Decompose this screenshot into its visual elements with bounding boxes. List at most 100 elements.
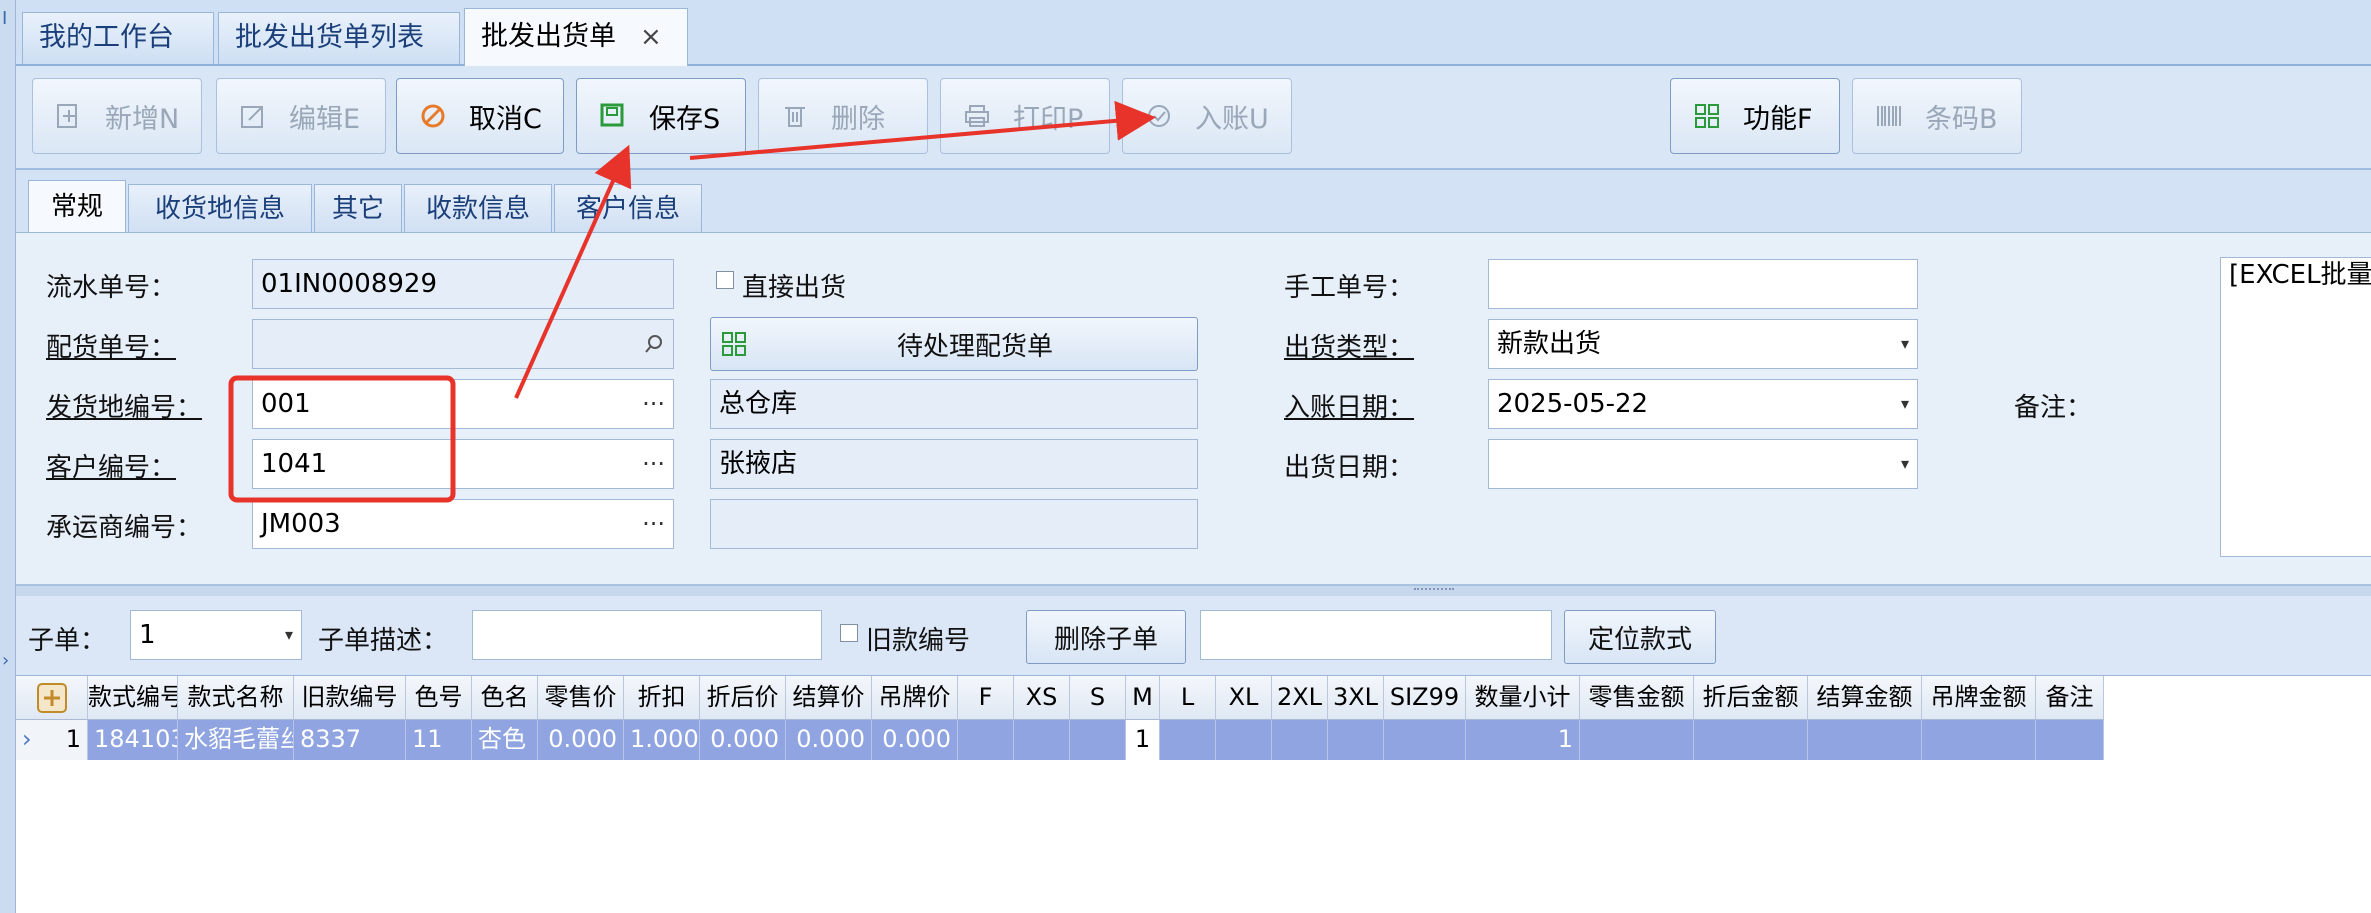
serial-field[interactable]: 01IN0008929 [252, 259, 674, 309]
ellipsis-icon[interactable]: ··· [642, 500, 665, 548]
grid-cell[interactable]: 1 [1126, 720, 1160, 760]
sub-desc-field[interactable] [472, 610, 822, 660]
column-header[interactable]: 备注 [2036, 676, 2104, 720]
tab-customer-info[interactable]: 客户信息 [554, 184, 702, 234]
column-header[interactable]: 款式名称 [178, 676, 294, 720]
column-header[interactable]: 零售价 [538, 676, 624, 720]
save-button[interactable]: 保存S [576, 78, 746, 154]
column-header[interactable]: F [958, 676, 1014, 720]
grid-cell[interactable] [1070, 720, 1126, 760]
grid-cell[interactable] [1216, 720, 1272, 760]
grid-cell[interactable] [1384, 720, 1466, 760]
ellipsis-icon[interactable]: ··· [642, 440, 665, 488]
column-header[interactable]: SIZ99 [1384, 676, 1466, 720]
tab-wholesale-order[interactable]: 批发出货单 × [464, 8, 688, 66]
direct-ship-checkbox[interactable] [716, 271, 734, 289]
search-icon[interactable] [643, 320, 665, 371]
locate-style-button[interactable]: 定位款式 [1564, 610, 1716, 664]
grid-cell[interactable]: 0.000 [700, 720, 786, 760]
grid-cell[interactable]: 0.000 [872, 720, 958, 760]
grid-cell[interactable] [1014, 720, 1070, 760]
column-header[interactable]: 数量小计 [1466, 676, 1580, 720]
column-header[interactable]: 款式编号 [88, 676, 178, 720]
grid-cell[interactable] [1328, 720, 1384, 760]
cancel-button[interactable]: 取消C [396, 78, 564, 154]
customer-label[interactable]: 客户编号： [46, 447, 176, 484]
column-header[interactable]: 3XL [1328, 676, 1384, 720]
grid-cell[interactable]: 8337 [294, 720, 406, 760]
column-header[interactable]: 旧款编号 [294, 676, 406, 720]
tab-my-workbench[interactable]: 我的工作台 [22, 12, 214, 64]
delete-sub-button[interactable]: 删除子单 [1026, 610, 1186, 664]
new-button[interactable]: 新增N [32, 78, 202, 154]
carrier-field[interactable]: JM003 ··· [252, 499, 674, 549]
dropdown-arrow-icon[interactable]: ▾ [1901, 320, 1909, 368]
column-header[interactable]: XL [1216, 676, 1272, 720]
grid-cell[interactable]: 杏色 [472, 720, 538, 760]
old-style-checkbox[interactable] [840, 624, 858, 642]
edit-button[interactable]: 编辑E [216, 78, 386, 154]
column-header[interactable]: 折扣 [624, 676, 700, 720]
grid-cell[interactable]: 1 [1466, 720, 1580, 760]
column-header[interactable]: 结算金额 [1808, 676, 1922, 720]
column-header[interactable]: 2XL [1272, 676, 1328, 720]
tab-general[interactable]: 常规 [28, 180, 126, 234]
barcode-button[interactable]: 条码B [1852, 78, 2022, 154]
grid-cell[interactable]: 0.000 [538, 720, 624, 760]
grid-cell[interactable]: 水貂毛蕾丝衫 [178, 720, 294, 760]
ship-from-field[interactable]: 001 ··· [252, 379, 674, 429]
function-button[interactable]: 功能F [1670, 78, 1840, 154]
grid-cell[interactable]: 0.000 [786, 720, 872, 760]
tab-other[interactable]: 其它 [314, 184, 402, 234]
column-header[interactable]: M [1126, 676, 1160, 720]
locate-field[interactable] [1200, 610, 1552, 660]
remark-textarea[interactable]: [EXCEL批量导 [2220, 257, 2371, 557]
alloc-field[interactable] [252, 319, 674, 369]
manual-no-field[interactable] [1488, 259, 1918, 309]
post-date-picker[interactable]: 2025-05-22 ▾ [1488, 379, 1918, 429]
grid-cell[interactable] [958, 720, 1014, 760]
dropdown-arrow-icon[interactable]: ▾ [1901, 380, 1909, 428]
splitter-grip[interactable] [1414, 588, 1454, 594]
column-header[interactable]: 色名 [472, 676, 538, 720]
row-indicator[interactable]: › 1 [16, 720, 88, 760]
column-header[interactable]: 吊牌金额 [1922, 676, 2036, 720]
ship-date-picker[interactable]: ▾ [1488, 439, 1918, 489]
grid-cell[interactable] [1922, 720, 2036, 760]
column-header[interactable]: 结算价 [786, 676, 872, 720]
tab-payment-info[interactable]: 收款信息 [404, 184, 552, 234]
ellipsis-icon[interactable]: ··· [642, 380, 665, 428]
splitter[interactable] [16, 586, 2371, 596]
post-date-label[interactable]: 入账日期： [1284, 387, 1414, 424]
column-header[interactable]: XS [1014, 676, 1070, 720]
post-button[interactable]: 入账U [1122, 78, 1292, 154]
column-header[interactable]: S [1070, 676, 1126, 720]
close-icon[interactable]: × [640, 22, 662, 52]
ship-from-label[interactable]: 发货地编号： [46, 387, 202, 424]
grid-cell[interactable] [1160, 720, 1216, 760]
grid-cell[interactable] [1808, 720, 1922, 760]
column-header[interactable]: 零售金额 [1580, 676, 1694, 720]
delete-button[interactable]: 删除 [758, 78, 928, 154]
tab-wholesale-list[interactable]: 批发出货单列表 [218, 12, 460, 64]
grid-cell[interactable]: 11 [406, 720, 472, 760]
grid-cell[interactable] [1580, 720, 1694, 760]
column-header[interactable]: 色号 [406, 676, 472, 720]
add-row-button[interactable] [16, 676, 88, 720]
grid-cell[interactable] [2036, 720, 2104, 760]
column-header[interactable]: 折后金额 [1694, 676, 1808, 720]
grid-cell[interactable] [1272, 720, 1328, 760]
dropdown-arrow-icon[interactable]: ▾ [285, 611, 293, 659]
column-header[interactable]: 吊牌价 [872, 676, 958, 720]
ship-type-label[interactable]: 出货类型： [1284, 327, 1414, 364]
grid-cell[interactable]: 184103201 [88, 720, 178, 760]
column-header[interactable]: 折后价 [700, 676, 786, 720]
tab-delivery-info[interactable]: 收货地信息 [128, 184, 312, 234]
sub-select[interactable]: 1 ▾ [130, 610, 302, 660]
grid-cell[interactable] [1694, 720, 1808, 760]
dropdown-arrow-icon[interactable]: ▾ [1901, 440, 1909, 488]
print-button[interactable]: 打印P [940, 78, 1110, 154]
pending-alloc-button[interactable]: 待处理配货单 [710, 317, 1198, 371]
column-header[interactable]: L [1160, 676, 1216, 720]
ship-type-select[interactable]: 新款出货 ▾ [1488, 319, 1918, 369]
